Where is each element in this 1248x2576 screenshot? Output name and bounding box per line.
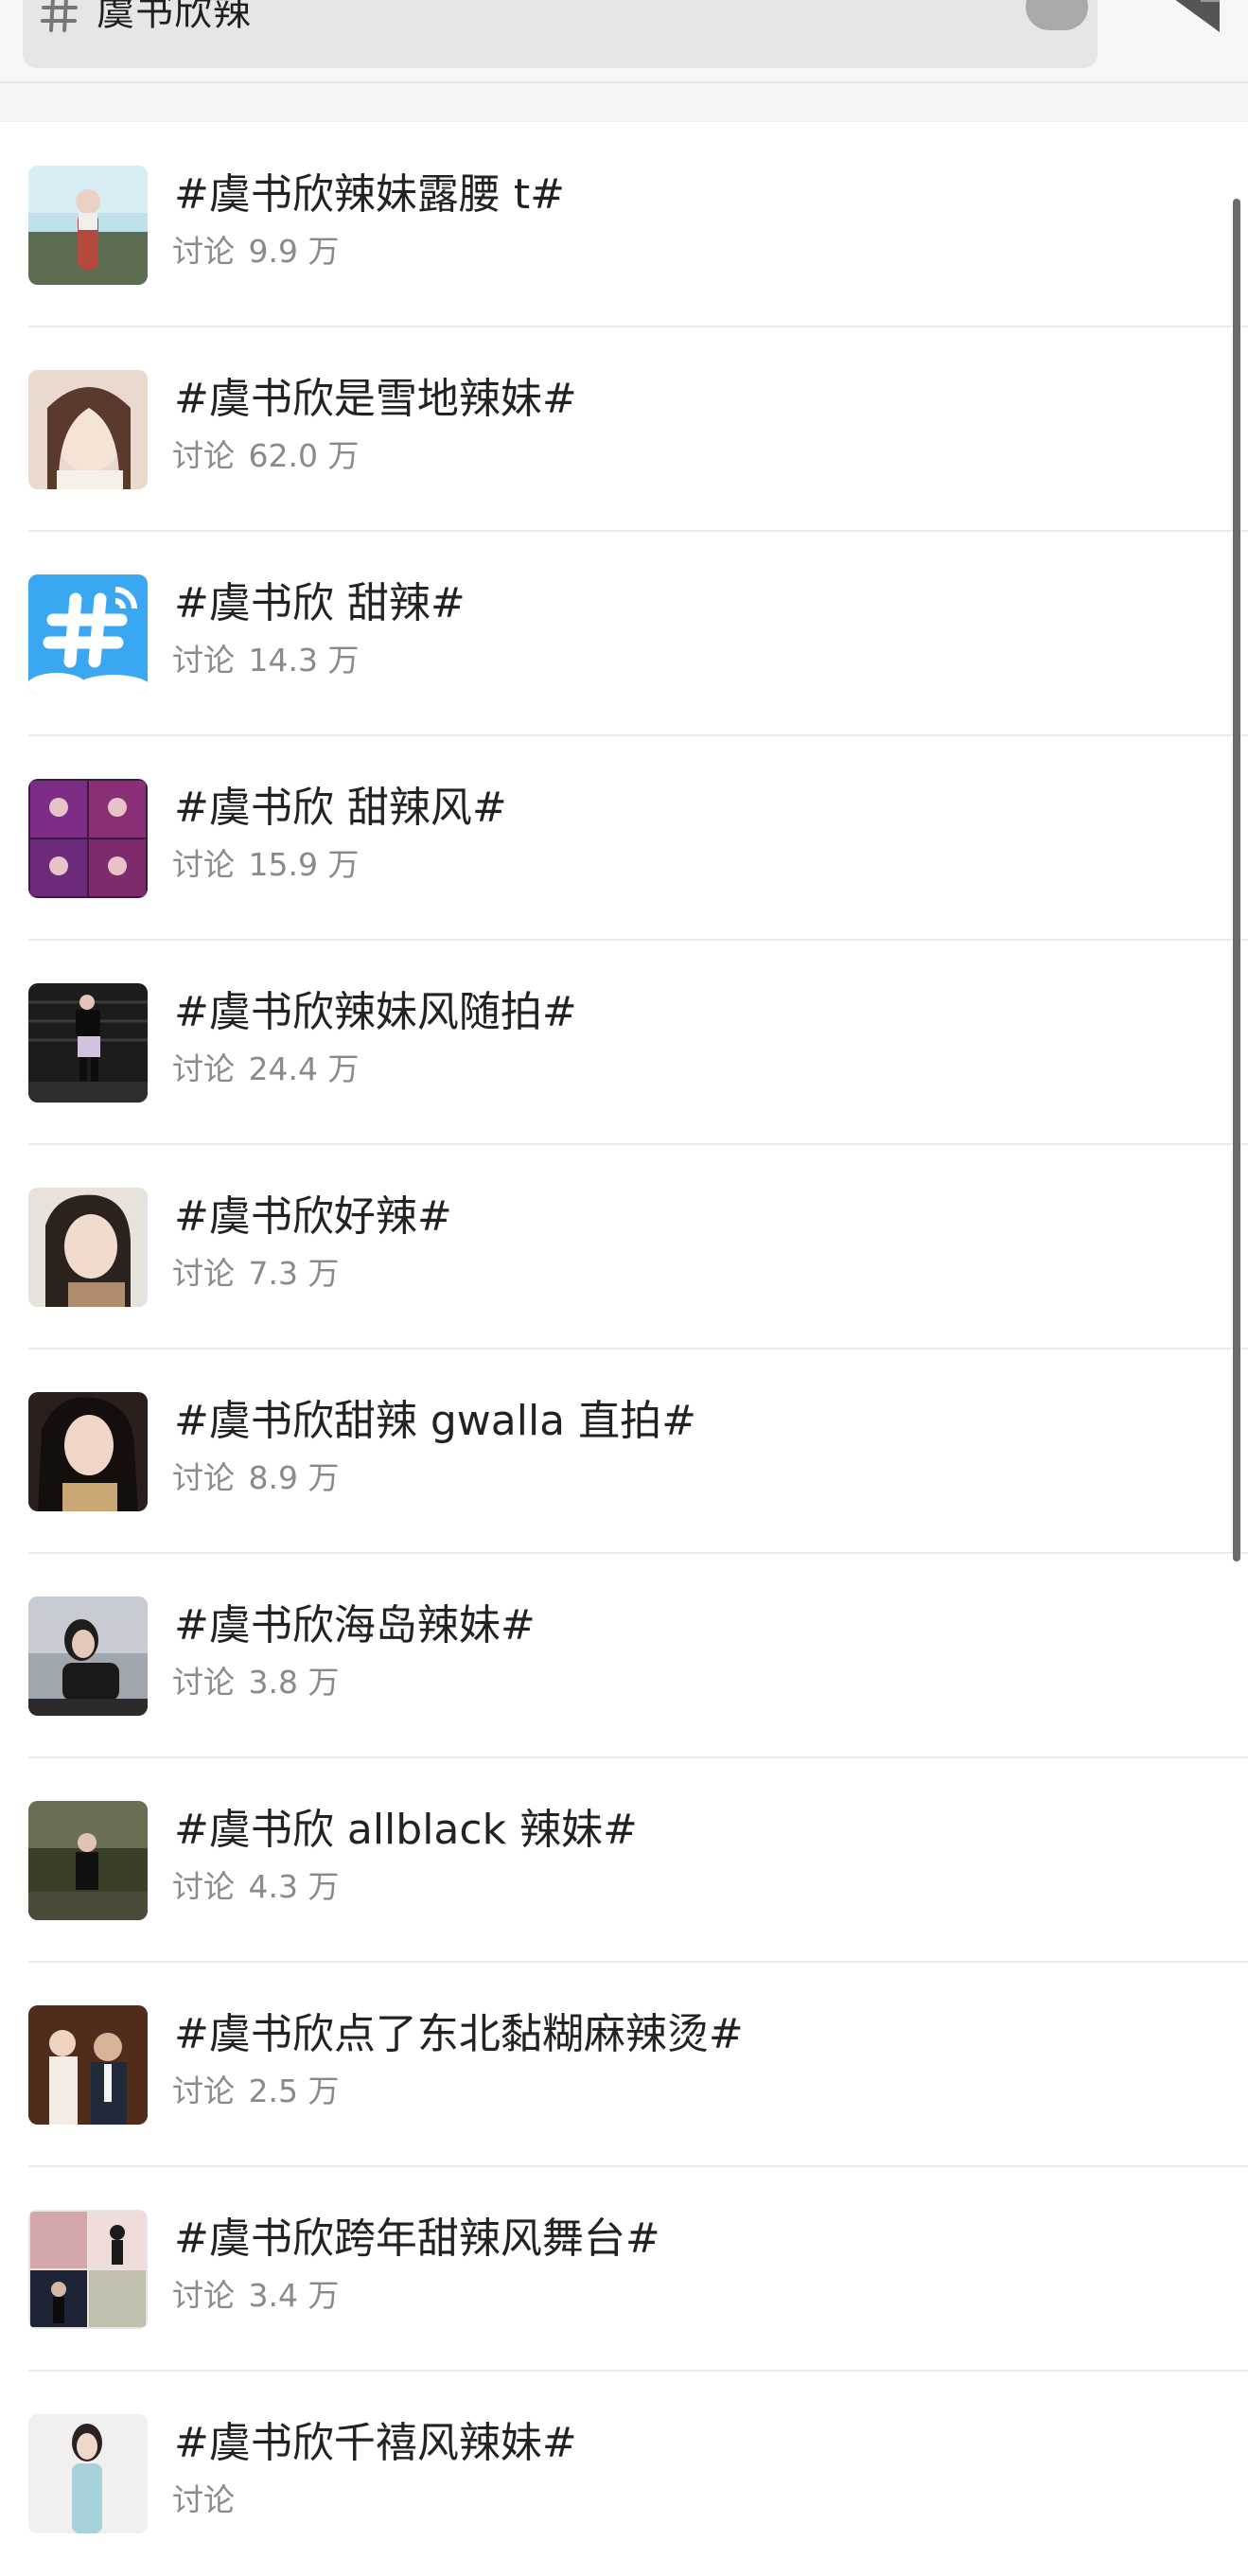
topic-title: #虞书欣辣妹露腰 t# [174,170,565,219]
topic-title: #虞书欣辣妹风随拍# [174,988,577,1036]
topic-meta: 讨论 3.8 万 [172,1664,340,1701]
search-input[interactable]: 虞书欣辣 [23,0,1098,68]
topic-list: #虞书欣辣妹露腰 t# 讨论 9.9 万 #虞书欣是雪地辣妹# 讨论 62.0 … [0,123,1248,2576]
topic-title: #虞书欣是雪地辣妹# [174,375,577,423]
topic-meta: 讨论 9.9 万 [172,233,340,270]
scrollbar[interactable] [1233,199,1240,1561]
list-item[interactable]: #虞书欣跨年甜辣风舞台# 讨论 3.4 万 [28,2167,1248,2372]
list-item[interactable]: #虞书欣 甜辣# 讨论 14.3 万 [28,532,1248,736]
topic-title: #虞书欣跨年甜辣风舞台# [174,2214,660,2263]
top-bar: 虞书欣辣 [0,0,1248,83]
topic-thumbnail [28,166,148,285]
list-item[interactable]: #虞书欣好辣# 讨论 7.3 万 [28,1145,1248,1350]
topic-title: #虞书欣 allblack 辣妹# [174,1806,638,1854]
topic-title: #虞书欣好辣# [174,1192,452,1241]
topic-title: #虞书欣 甜辣风# [174,784,507,832]
topic-meta: 讨论 4.3 万 [172,1868,340,1905]
topic-meta: 讨论 62.0 万 [172,437,360,474]
hash-icon [41,0,78,32]
topic-meta: 讨论 [172,2481,235,2518]
topic-title: #虞书欣 甜辣# [174,579,466,627]
topic-meta: 讨论 8.9 万 [172,1459,340,1496]
list-item[interactable]: #虞书欣海岛辣妹# 讨论 3.8 万 [28,1554,1248,1758]
topic-thumbnail [28,779,148,898]
topic-title: #虞书欣千禧风辣妹# [174,2419,577,2467]
clear-icon[interactable] [1026,0,1088,30]
topic-title: #虞书欣海岛辣妹# [174,1601,536,1650]
list-item[interactable]: #虞书欣辣妹露腰 t# 讨论 9.9 万 [28,123,1248,327]
topic-thumbnail [28,370,148,489]
search-query: 虞书欣辣 [97,0,252,34]
list-item[interactable]: #虞书欣 allblack 辣妹# 讨论 4.3 万 [28,1758,1248,1963]
topic-meta: 讨论 7.3 万 [172,1255,340,1292]
list-item[interactable]: #虞书欣千禧风辣妹# 讨论 [28,2372,1248,2576]
topic-meta: 讨论 3.4 万 [172,2277,340,2314]
topic-thumbnail [28,1801,148,1920]
list-item[interactable]: #虞书欣辣妹风随拍# 讨论 24.4 万 [28,941,1248,1145]
topic-meta: 讨论 24.4 万 [172,1050,360,1087]
header-divider [0,83,1248,122]
funnel-icon[interactable] [1165,0,1222,40]
topic-thumbnail [28,1188,148,1307]
topic-meta: 讨论 15.9 万 [172,846,360,883]
topic-thumbnail [28,1392,148,1511]
topic-thumbnail [28,1597,148,1716]
topic-thumbnail [28,2210,148,2329]
topic-meta: 讨论 14.3 万 [172,642,360,679]
list-item[interactable]: #虞书欣点了东北黏糊麻辣烫# 讨论 2.5 万 [28,1963,1248,2167]
list-item[interactable]: #虞书欣是雪地辣妹# 讨论 62.0 万 [28,327,1248,532]
topic-thumbnail [28,574,148,694]
topic-thumbnail [28,983,148,1103]
topic-thumbnail [28,2005,148,2125]
list-item[interactable]: #虞书欣甜辣 gwalla 直拍# 讨论 8.9 万 [28,1350,1248,1554]
topic-meta: 讨论 2.5 万 [172,2073,340,2109]
topic-title: #虞书欣甜辣 gwalla 直拍# [174,1397,696,1445]
topic-title: #虞书欣点了东北黏糊麻辣烫# [174,2010,744,2058]
list-item[interactable]: #虞书欣 甜辣风# 讨论 15.9 万 [28,736,1248,941]
topic-thumbnail [28,2414,148,2533]
